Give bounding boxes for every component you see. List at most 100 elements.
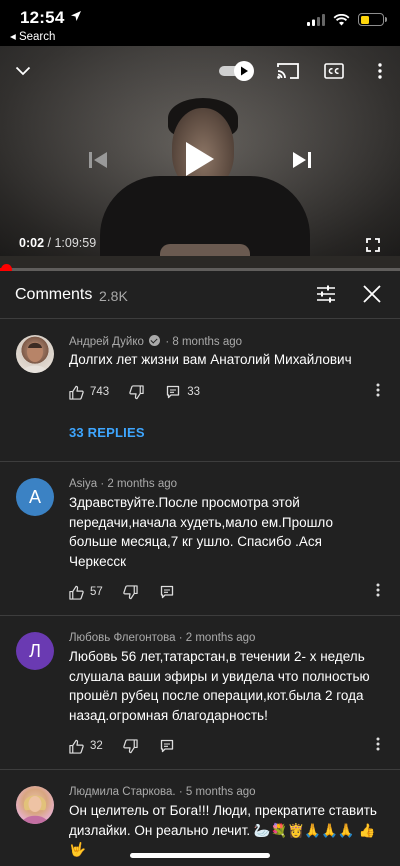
comment-item: Людмила Старкова. · 5 months ago Он цели… [0, 771, 400, 866]
comment-item: Андрей Дуйко · 8 months ago Долгих лет ж… [0, 320, 400, 462]
comment-age: 5 months ago [185, 786, 256, 798]
comment-more-button[interactable] [376, 737, 388, 755]
thumb-down-icon [123, 738, 138, 753]
comment-meta: Людмила Старкова. · 5 months ago [69, 786, 256, 798]
status-bar: 12:54 ◂ Search [0, 0, 400, 46]
sort-comments-button[interactable] [314, 282, 338, 306]
reply-count: 33 [187, 386, 200, 398]
comment-text: Здравствуйте.После просмотра этой переда… [69, 495, 333, 569]
like-button[interactable]: 743 [69, 385, 109, 400]
thumb-down-icon [129, 384, 144, 399]
skip-previous-icon [89, 152, 107, 168]
comment-author[interactable]: Людмила Старкова. [69, 786, 176, 798]
comment-item: Л Любовь Флегонтова · 2 months ago Любов… [0, 617, 400, 770]
comment-meta: Андрей Дуйко · 8 months ago [69, 335, 243, 348]
reply-button[interactable] [160, 585, 174, 599]
close-icon [363, 285, 381, 303]
comment-more-button[interactable] [376, 583, 388, 601]
avatar-photo-icon [22, 342, 48, 373]
comment-age: 8 months ago [172, 336, 243, 348]
comment-text: Долгих лет жизни вам Анатолий Михайлович [69, 352, 352, 367]
comment-text: Он целитель от Бога!!! Люди, прекратите … [69, 803, 377, 857]
fullscreen-button[interactable] [362, 234, 384, 256]
like-button[interactable]: 32 [69, 739, 103, 754]
filter-icon [317, 285, 335, 303]
chevron-down-icon [15, 66, 31, 76]
player-more-button[interactable] [370, 59, 390, 83]
comment-actions: 32 [69, 736, 174, 756]
timecode: 0:02 / 1:09:59 [19, 236, 96, 250]
more-vert-icon [376, 737, 380, 751]
status-icons [307, 13, 387, 26]
autoplay-toggle[interactable] [216, 59, 256, 83]
avatar-photo-icon [21, 795, 49, 824]
comment-meta: Asiya · 2 months ago [69, 478, 178, 490]
wifi-icon [333, 13, 350, 25]
comment-actions: 57 [69, 582, 174, 602]
comment-meta: Любовь Флегонтова · 2 months ago [69, 632, 256, 644]
cast-button[interactable] [276, 59, 300, 83]
more-vert-icon [378, 63, 382, 79]
reply-icon [160, 739, 173, 753]
avatar-letter: A [28, 486, 41, 507]
previous-button[interactable] [84, 146, 112, 174]
minimize-button[interactable] [10, 58, 36, 84]
dislike-button[interactable] [129, 384, 144, 400]
video-player[interactable]: 0:02 / 1:09:59 [0, 46, 400, 271]
verified-icon [149, 335, 161, 346]
more-vert-icon [376, 383, 380, 397]
comment-text: Любовь 56 лет,татарстан,в течении 2- х н… [69, 649, 370, 723]
reply-button[interactable]: 33 [166, 385, 200, 399]
like-count: 57 [90, 586, 103, 598]
comments-count: 2.8K [99, 288, 128, 304]
avatar-letter: Л [29, 640, 41, 661]
comments-title: Comments [15, 286, 93, 303]
time-separator: / [44, 236, 55, 250]
skip-next-icon [293, 152, 311, 168]
cast-icon [277, 63, 299, 79]
comments-header: Comments 2.8K [0, 271, 400, 319]
thumb-down-icon [123, 584, 138, 599]
close-comments-button[interactable] [360, 282, 384, 306]
current-time: 0:02 [19, 236, 45, 250]
home-indicator[interactable] [130, 853, 270, 858]
back-to-search-link[interactable]: ◂ Search [10, 29, 55, 43]
comment-author[interactable]: Asiya [69, 478, 97, 490]
view-replies-button[interactable]: 33 REPLIES [69, 425, 145, 440]
next-button[interactable] [288, 146, 316, 174]
avatar[interactable] [16, 786, 54, 824]
signal-icon [307, 13, 325, 26]
reply-icon [160, 585, 173, 599]
location-arrow-icon [71, 11, 81, 21]
reply-button[interactable] [160, 739, 174, 753]
comment-more-button[interactable] [376, 383, 388, 401]
captions-icon [324, 63, 344, 79]
avatar[interactable] [16, 335, 54, 373]
comment-age: 2 months ago [185, 632, 256, 644]
battery-icon [358, 13, 387, 26]
avatar[interactable]: A [16, 478, 54, 516]
duration: 1:09:59 [54, 236, 97, 250]
thumb-up-icon [69, 585, 84, 600]
dislike-button[interactable] [123, 738, 138, 754]
avatar[interactable]: Л [16, 632, 54, 670]
like-button[interactable]: 57 [69, 585, 103, 600]
fullscreen-icon [366, 238, 380, 252]
captions-button[interactable] [322, 59, 346, 83]
thumb-up-icon [69, 385, 84, 400]
comment-actions: 743 33 [69, 382, 200, 402]
autoplay-toggle-icon [219, 61, 254, 81]
reply-icon [167, 385, 180, 399]
dislike-button[interactable] [123, 584, 138, 600]
comment-author[interactable]: Любовь Флегонтова [69, 632, 176, 644]
comment-item: A Asiya · 2 months ago Здравствуйте.Посл… [0, 463, 400, 616]
play-button[interactable] [180, 136, 220, 182]
more-vert-icon [376, 583, 380, 597]
like-count: 743 [90, 386, 110, 398]
play-icon [186, 142, 214, 176]
thumb-up-icon [69, 739, 84, 754]
like-count: 32 [90, 740, 103, 752]
status-time: 12:54 [20, 8, 65, 27]
comment-author[interactable]: Андрей Дуйко [69, 336, 144, 348]
comment-age: 2 months ago [107, 478, 178, 490]
